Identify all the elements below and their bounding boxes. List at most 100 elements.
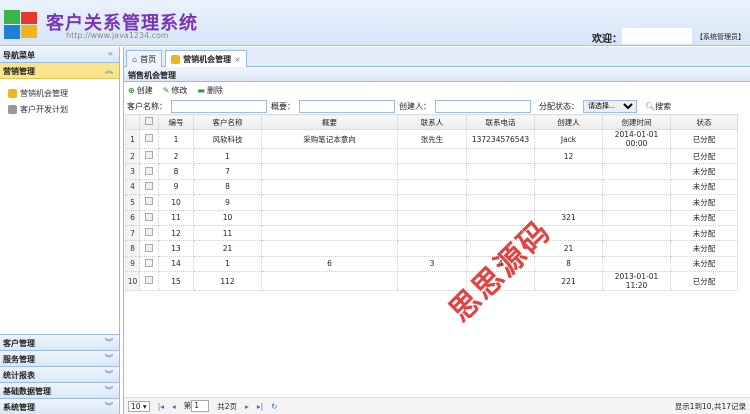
add-icon: ⊕ — [128, 85, 135, 95]
tab-sales-opportunity[interactable]: 营销机会管理 × — [165, 50, 247, 67]
table-cell: 12 — [158, 224, 194, 242]
nav-section-customer[interactable]: 客户管理 ︾ — [0, 334, 119, 350]
chevron-down-icon: ︾ — [105, 354, 113, 363]
nav-item-sales-opportunity[interactable]: 营销机会管理 — [0, 85, 119, 101]
table-row[interactable]: 2 2 1 12 已分配 — [125, 147, 738, 165]
row-checkbox[interactable] — [139, 209, 159, 226]
table-cell — [397, 224, 467, 242]
table-cell: 8 — [158, 163, 194, 180]
row-checkbox[interactable] — [139, 240, 159, 257]
table-cell: 137234576543 — [466, 129, 535, 149]
table-row[interactable]: 10 15 112 221 2013-01-01 11:20 已分配 — [125, 271, 738, 292]
table-cell: 未分配 — [670, 255, 738, 273]
column-header[interactable]: 编号 — [158, 114, 194, 130]
column-header[interactable]: 创建人 — [534, 114, 603, 130]
row-checkbox[interactable] — [139, 129, 159, 149]
next-page-button[interactable]: ▸ — [245, 402, 249, 411]
row-checkbox[interactable] — [139, 147, 159, 165]
row-checkbox[interactable] — [139, 271, 159, 292]
nav-section-marketing[interactable]: 营销管理 ︽ — [0, 63, 119, 79]
nav-section-reports[interactable]: 统计报表 ︾ — [0, 366, 119, 382]
table-cell: 采购笔记本意向 — [261, 129, 398, 149]
table-cell — [602, 147, 671, 165]
nav-section-basic-data[interactable]: 基础数据管理 ︾ — [0, 382, 119, 398]
table-cell: 已分配 — [670, 271, 738, 292]
table-cell — [261, 178, 398, 196]
search-icon: 🔍︎ — [645, 101, 656, 111]
summary-input[interactable] — [299, 99, 395, 113]
nav-section-system[interactable]: 系统管理 ︾ — [0, 398, 119, 414]
table-cell: 未分配 — [670, 224, 738, 242]
table-row[interactable]: 5 10 9 未分配 — [125, 194, 738, 211]
chevron-down-icon: ︾ — [105, 402, 113, 411]
summary-label: 概要： — [271, 101, 295, 111]
row-checkbox[interactable] — [139, 224, 159, 242]
row-checkbox[interactable] — [139, 194, 159, 211]
table-row[interactable]: 8 13 21 21 未分配 — [125, 240, 738, 257]
sidebar: 导航菜单 « 营销管理 ︽ 营销机会管理 客户开发计划 客户管理 ︾ 服务管理 ︾ 统计… — [0, 47, 120, 414]
table-cell: 9 — [193, 194, 262, 211]
refresh-icon[interactable]: ↻ — [271, 402, 277, 411]
column-header[interactable]: 状态 — [670, 114, 738, 130]
nav-item-label: 客户开发计划 — [20, 104, 68, 114]
chevron-up-icon: ︽ — [105, 66, 113, 75]
table-row[interactable]: 4 9 8 未分配 — [125, 178, 738, 196]
nav-title: 导航菜单 « — [0, 47, 119, 63]
table-cell: 8 — [193, 178, 262, 196]
table-cell: 未分配 — [670, 240, 738, 257]
last-page-button[interactable]: ▸| — [257, 402, 263, 411]
close-icon[interactable]: × — [234, 55, 241, 64]
prev-page-button[interactable]: ◂ — [172, 402, 176, 411]
table-row[interactable]: 9 14 1 6 3 4 8 未分配 — [125, 255, 738, 273]
search-button[interactable]: 🔍︎搜索 — [645, 101, 671, 112]
table-cell — [261, 147, 398, 165]
tab-home[interactable]: ⌂ 首页 — [126, 50, 163, 67]
column-header[interactable]: 概要 — [261, 114, 398, 130]
column-header[interactable]: 联系人 — [397, 114, 467, 130]
edit-button[interactable]: ✎ 修改 — [163, 85, 188, 95]
customer-name-input[interactable] — [171, 99, 267, 113]
table-cell — [397, 240, 467, 257]
nav-item-dev-plan[interactable]: 客户开发计划 — [0, 101, 119, 117]
table-cell — [397, 209, 467, 226]
table-cell — [602, 163, 671, 180]
total-pages: 共2页 — [217, 401, 238, 411]
table-cell: 112 — [193, 271, 262, 292]
row-checkbox[interactable] — [139, 255, 159, 273]
row-number: 6 — [125, 209, 140, 226]
table-cell: 11 — [158, 209, 194, 226]
page-input[interactable]: 1 — [191, 400, 210, 412]
remove-icon: ▬ — [197, 85, 205, 95]
user-role: 【系统管理员】 — [696, 33, 745, 41]
collapse-icon[interactable]: « — [108, 49, 113, 58]
table-row[interactable]: 7 12 11 未分配 — [125, 224, 738, 242]
table-row[interactable]: 3 8 7 未分配 — [125, 163, 738, 180]
table-cell: 未分配 — [670, 209, 738, 226]
first-page-button[interactable]: |◂ — [158, 402, 164, 411]
panel-title: 销售机会管理 — [124, 67, 750, 82]
table-cell: 10 — [158, 194, 194, 211]
column-header[interactable]: 联系电话 — [466, 114, 535, 130]
table-row[interactable]: 6 11 10 321 未分配 — [125, 209, 738, 226]
page-size-select[interactable]: 10 ▾ — [128, 400, 150, 412]
table-cell — [534, 178, 603, 196]
column-header[interactable]: 创建时间 — [602, 114, 671, 130]
table-cell: 12 — [534, 147, 603, 165]
row-checkbox[interactable] — [139, 178, 159, 196]
table-row[interactable]: 1 1 风软科技 采购笔记本意向 张先生 137234576543 Jack 2014-01-… — [125, 129, 738, 149]
table-cell: 2014-01-01 00:00 — [602, 129, 671, 149]
row-checkbox[interactable] — [139, 163, 159, 180]
create-button[interactable]: ⊕ 创建 — [128, 85, 153, 95]
select-all-checkbox[interactable] — [139, 114, 159, 130]
table-cell: 未分配 — [670, 178, 738, 196]
rownum-header — [125, 114, 140, 130]
table-cell: 1 — [193, 147, 262, 165]
table-cell: 3 — [397, 255, 467, 273]
creator-label: 创建人： — [399, 101, 431, 111]
status-select[interactable]: 请选择... — [583, 99, 637, 113]
delete-button[interactable]: ▬ 删除 — [197, 85, 223, 95]
nav-section-service[interactable]: 服务管理 ︾ — [0, 350, 119, 366]
creator-input[interactable] — [435, 99, 531, 113]
column-header[interactable]: 客户名称 — [193, 114, 262, 130]
table-cell: 10 — [193, 209, 262, 226]
